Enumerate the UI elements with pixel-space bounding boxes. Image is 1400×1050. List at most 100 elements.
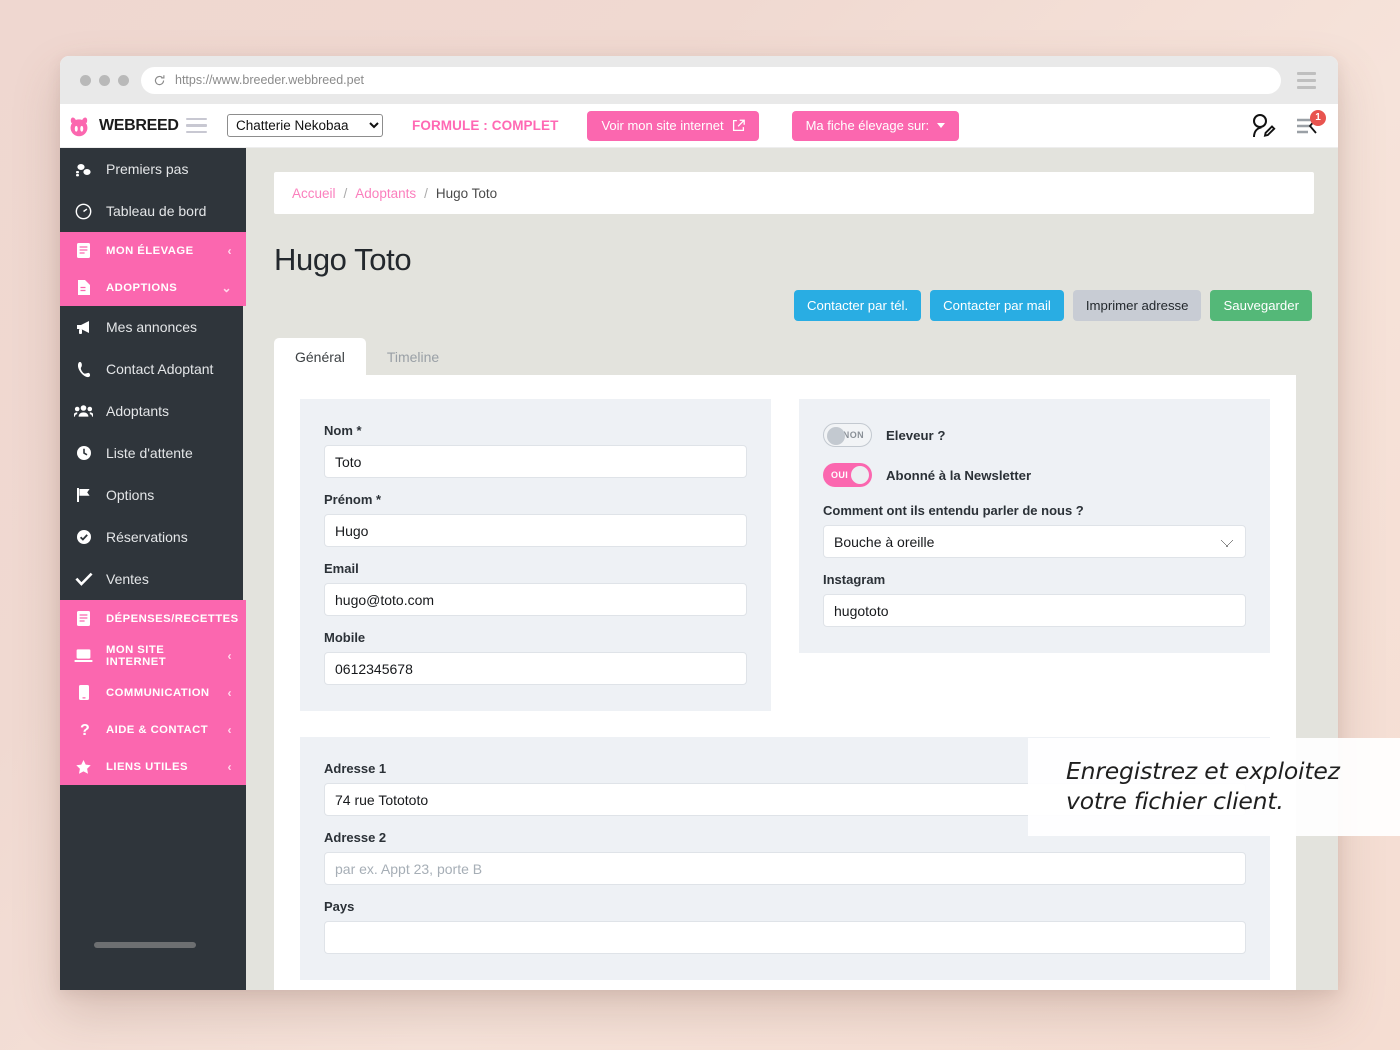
sidebar-item-label: Contact Adoptant — [106, 361, 214, 377]
breadcrumb-separator: / — [343, 185, 348, 201]
toggle-knob — [827, 427, 845, 445]
page-title: Hugo Toto — [274, 242, 412, 277]
sidebar-item-communication[interactable]: COMMUNICATION ‹ — [60, 674, 246, 711]
sidebar-item-ventes[interactable]: Ventes — [60, 558, 246, 600]
sidebar-item-depenses-recettes[interactable]: DÉPENSES/RECETTES ‹ — [60, 600, 246, 637]
sidebar-item-liste-dattente[interactable]: Liste d'attente — [60, 432, 246, 474]
sidebar-item-contact-adoptant[interactable]: Contact Adoptant — [60, 348, 246, 390]
reload-icon[interactable] — [153, 74, 166, 87]
contact-mail-button[interactable]: Contacter par mail — [930, 290, 1064, 321]
newsletter-toggle[interactable]: OUI — [823, 463, 872, 487]
eleveur-label: Eleveur ? — [886, 427, 946, 443]
chevron-left-icon: ‹ — [227, 722, 232, 737]
app-header: WEBREED Chatterie Nekobaa FORMULE : COMP… — [60, 104, 1338, 148]
window-controls[interactable] — [74, 74, 129, 86]
source-label: Comment ont ils entendu parler de nous ? — [823, 503, 1084, 518]
sidebar-item-mon-site-internet[interactable]: MON SITE INTERNET ‹ — [60, 637, 246, 674]
clock-icon — [74, 445, 93, 461]
voir-mon-site-button[interactable]: Voir mon site internet — [587, 110, 759, 141]
maximize-window-dot[interactable] — [118, 74, 129, 86]
ma-fiche-elevage-button[interactable]: Ma fiche élevage sur: — [791, 110, 960, 141]
sidebar-item-options[interactable]: Options — [60, 474, 246, 516]
field-instagram: Instagram — [823, 572, 1246, 627]
sidebar-item-label: Tableau de bord — [106, 203, 207, 219]
star-icon — [74, 759, 93, 775]
field-adresse-2: Adresse 2 — [324, 830, 1246, 885]
chevron-left-icon: ‹ — [227, 759, 232, 774]
adresse-2-input[interactable] — [324, 852, 1246, 885]
sidebar-item-liens-utiles[interactable]: LIENS UTILES ‹ — [60, 748, 246, 785]
sidebar-item-label: Mes annonces — [106, 319, 198, 335]
users-icon — [74, 404, 93, 418]
chevron-down-icon — [937, 123, 946, 128]
chevron-left-icon: ‹ — [227, 243, 232, 258]
breadcrumb-home[interactable]: Accueil — [292, 186, 336, 201]
phone-icon — [74, 361, 93, 378]
promo-caption-line2: votre fichier client. — [1066, 787, 1284, 816]
sidebar-item-reservations[interactable]: Réservations — [60, 516, 246, 558]
sidebar-item-label: ADOPTIONS — [106, 281, 178, 294]
field-nom: Nom * — [324, 423, 747, 478]
notification-badge: 1 — [1310, 109, 1326, 126]
check-circle-icon — [74, 529, 93, 545]
email-label: Email — [324, 561, 359, 576]
contact-phone-button[interactable]: Contacter par tél. — [793, 290, 922, 321]
newsletter-row: OUI Abonné à la Newsletter — [823, 463, 1246, 487]
address-bar[interactable]: https://www.breeder.webbreed.pet — [141, 66, 1281, 94]
mobile-input[interactable] — [324, 652, 747, 685]
sidebar-item-adoptions[interactable]: ADOPTIONS ⌄ — [60, 269, 246, 306]
notifications-list-icon[interactable]: 1 — [1296, 109, 1326, 135]
check-icon — [74, 572, 93, 586]
book-icon — [74, 242, 93, 259]
chevron-left-icon: ‹ — [227, 648, 232, 663]
eleveur-row: NON Eleveur ? — [823, 423, 1246, 447]
user-edit-glyph — [1253, 113, 1276, 137]
breadcrumb-adoptants[interactable]: Adoptants — [355, 186, 416, 201]
instagram-input[interactable] — [823, 594, 1246, 627]
sidebar-item-label: MON ÉLEVAGE — [106, 244, 194, 257]
laptop-icon — [74, 648, 93, 663]
sidebar-item-label: AIDE & CONTACT — [106, 723, 209, 736]
email-input[interactable] — [324, 583, 747, 616]
sidebar-item-adoptants[interactable]: Adoptants — [60, 390, 246, 432]
breadcrumb: Accueil / Adoptants / Hugo Toto — [274, 172, 1314, 214]
sidebar-horizontal-scrollbar[interactable] — [94, 942, 196, 948]
preferences-panel: NON Eleveur ? OUI Abonné à la Newsletter — [799, 399, 1270, 653]
chevron-down-icon: ⌄ — [221, 280, 232, 295]
sidebar-item-label: Liste d'attente — [106, 445, 193, 461]
prenom-input[interactable] — [324, 514, 747, 547]
identity-panel: Nom * Prénom * Email Mobile — [300, 399, 771, 711]
user-edit-icon[interactable] — [1249, 113, 1276, 139]
brand[interactable]: WEBREED — [60, 115, 184, 137]
promo-caption: Enregistrez et exploitez votre fichier c… — [1028, 738, 1400, 837]
source-select[interactable]: Bouche à oreille — [823, 525, 1246, 558]
header-actions: 1 — [1249, 109, 1326, 139]
elevage-select[interactable]: Chatterie Nekobaa — [227, 114, 383, 137]
question-icon: ? — [74, 721, 93, 738]
sidebar-item-aide-contact[interactable]: ? AIDE & CONTACT ‹ — [60, 711, 246, 748]
minimize-window-dot[interactable] — [99, 74, 110, 86]
tab-timeline[interactable]: Timeline — [366, 338, 460, 375]
print-address-button[interactable]: Imprimer adresse — [1072, 290, 1202, 321]
newsletter-label: Abonné à la Newsletter — [886, 467, 1032, 483]
voir-mon-site-label: Voir mon site internet — [601, 118, 724, 133]
sidebar-item-mes-annonces[interactable]: Mes annonces — [60, 306, 246, 348]
browser-menu-icon[interactable] — [1293, 71, 1324, 89]
formule-label: FORMULE : COMPLET — [412, 118, 559, 133]
action-buttons: Contacter par tél. Contacter par mail Im… — [246, 290, 1312, 321]
sidebar-item-tableau-de-bord[interactable]: Tableau de bord — [60, 190, 246, 232]
svg-text:?: ? — [80, 722, 90, 738]
eleveur-toggle[interactable]: NON — [823, 423, 872, 447]
browser-window: https://www.breeder.webbreed.pet WEBREED… — [60, 56, 1338, 990]
nom-input[interactable] — [324, 445, 747, 478]
pays-input[interactable] — [324, 921, 1246, 954]
brand-name: WEBREED — [99, 116, 179, 134]
sidebar-item-mon-elevage[interactable]: MON ÉLEVAGE ‹ — [60, 232, 246, 269]
sidebar-item-label: Premiers pas — [106, 161, 189, 177]
close-window-dot[interactable] — [80, 74, 91, 86]
instagram-label: Instagram — [823, 572, 886, 587]
hamburger-icon[interactable] — [186, 117, 207, 134]
tab-general[interactable]: Général — [274, 338, 366, 375]
sidebar-item-premiers-pas[interactable]: Premiers pas — [60, 148, 246, 190]
save-button[interactable]: Sauvegarder — [1210, 290, 1312, 321]
